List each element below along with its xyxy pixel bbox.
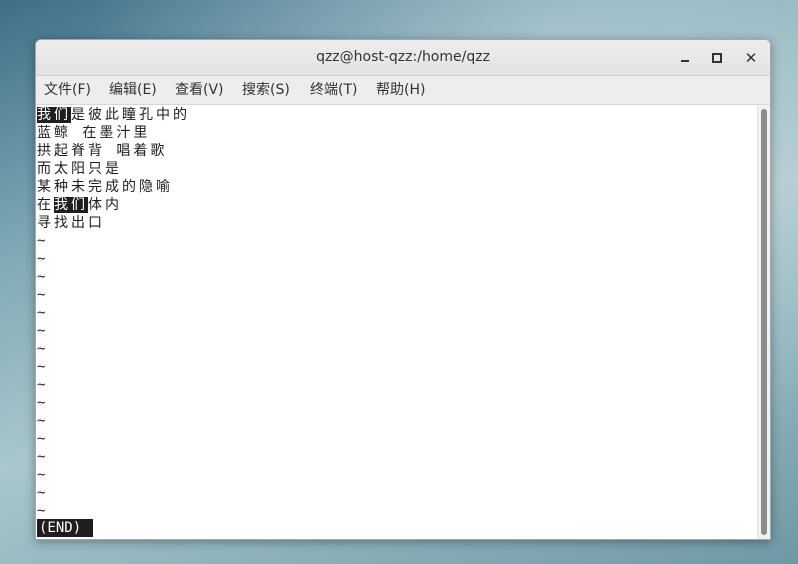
menu-bar: 文件(F) 编辑(E) 查看(V) 搜索(S) 终端(T) 帮助(H) bbox=[36, 76, 770, 105]
menu-edit[interactable]: 编辑(E) bbox=[105, 76, 161, 104]
line-text: 体内 bbox=[88, 197, 122, 213]
terminal-output[interactable]: 我们是彼此瞳孔中的 蓝鲸 在墨汁里 拱起脊背 唱着歌 而太阳只是 某种未完成的隐… bbox=[36, 105, 756, 539]
tilde-marker: ~ bbox=[37, 305, 46, 321]
terminal-window: qzz@host-qzz:/home/qzz ✕ 文件(F) 编辑(E) 查看(… bbox=[35, 39, 771, 540]
tilde-marker: ~ bbox=[37, 449, 46, 465]
highlighted-text: 我们 bbox=[54, 197, 88, 213]
menu-search[interactable]: 搜索(S) bbox=[238, 76, 294, 104]
text-line: 在我们体内 bbox=[37, 196, 122, 214]
line-text: 是彼此瞳孔中的 bbox=[71, 107, 190, 123]
menu-view[interactable]: 查看(V) bbox=[171, 76, 228, 104]
tilde-marker: ~ bbox=[37, 341, 46, 357]
tilde-marker: ~ bbox=[37, 287, 46, 303]
tilde-marker: ~ bbox=[37, 251, 46, 267]
tilde-marker: ~ bbox=[37, 323, 46, 339]
minimize-icon bbox=[681, 60, 689, 62]
window-title: qzz@host-qzz:/home/qzz bbox=[316, 49, 490, 65]
text-line: 我们是彼此瞳孔中的 bbox=[37, 106, 190, 124]
tilde-marker: ~ bbox=[37, 413, 46, 429]
menu-file[interactable]: 文件(F) bbox=[40, 76, 95, 104]
menu-terminal[interactable]: 终端(T) bbox=[306, 76, 361, 104]
scrollbar-thumb[interactable] bbox=[761, 109, 767, 535]
tilde-marker: ~ bbox=[37, 359, 46, 375]
pager-status: (END) bbox=[37, 519, 94, 537]
text-line: 寻找出口 bbox=[37, 215, 105, 231]
line-text: 在 bbox=[37, 197, 54, 213]
tilde-marker: ~ bbox=[37, 431, 46, 447]
highlighted-text: 我们 bbox=[37, 107, 71, 123]
tilde-marker: ~ bbox=[37, 269, 46, 285]
text-line: 而太阳只是 bbox=[37, 161, 122, 177]
tilde-marker: ~ bbox=[37, 377, 46, 393]
tilde-marker: ~ bbox=[37, 467, 46, 483]
text-line: 蓝鲸 在墨汁里 bbox=[37, 125, 151, 141]
close-icon: ✕ bbox=[744, 49, 758, 67]
title-bar[interactable]: qzz@host-qzz:/home/qzz ✕ bbox=[36, 40, 770, 76]
close-button[interactable]: ✕ bbox=[739, 46, 763, 70]
scrollbar[interactable] bbox=[757, 105, 770, 539]
menu-help[interactable]: 帮助(H) bbox=[372, 76, 429, 104]
tilde-marker: ~ bbox=[37, 503, 46, 519]
maximize-icon bbox=[712, 53, 722, 63]
maximize-button[interactable] bbox=[705, 46, 729, 70]
tilde-marker: ~ bbox=[37, 485, 46, 501]
minimize-button[interactable] bbox=[673, 46, 697, 70]
text-line: 拱起脊背 唱着歌 bbox=[37, 143, 168, 159]
text-line: 某种未完成的隐喻 bbox=[37, 179, 173, 195]
tilde-marker: ~ bbox=[37, 395, 46, 411]
tilde-marker: ~ bbox=[37, 233, 46, 249]
